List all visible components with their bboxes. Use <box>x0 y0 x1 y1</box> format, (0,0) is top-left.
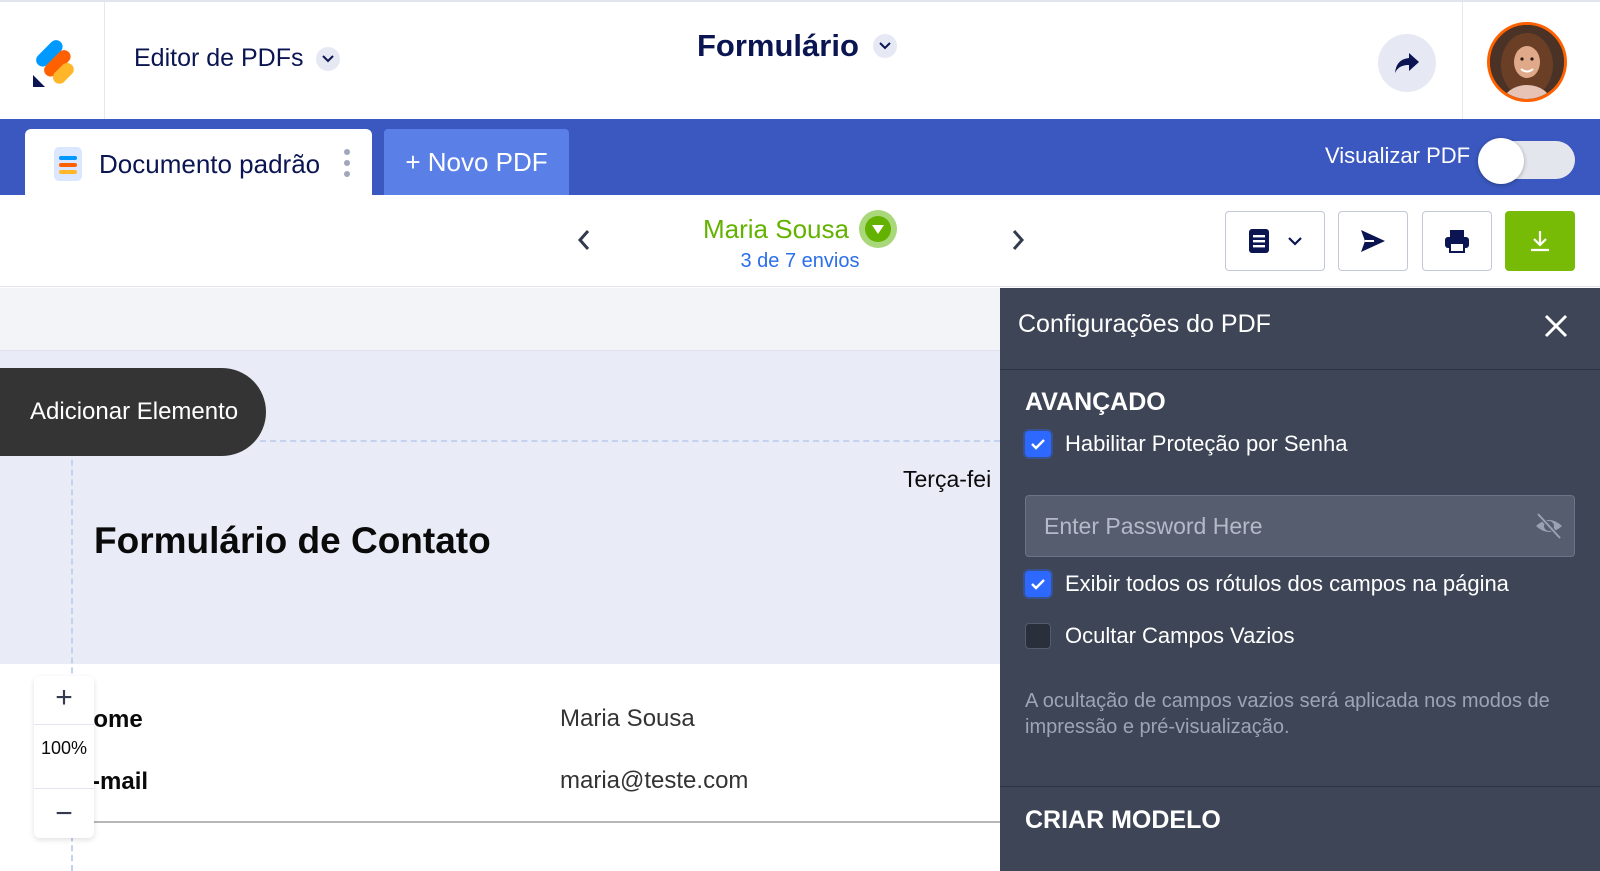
previous-submission-button[interactable] <box>572 225 596 255</box>
toggle-knob <box>1478 138 1524 184</box>
zoom-out-button[interactable]: − <box>34 792 94 836</box>
checkbox-label: Ocultar Campos Vazios <box>1065 623 1295 648</box>
more-options-icon[interactable] <box>343 149 351 177</box>
chevron-down-icon <box>1288 236 1302 246</box>
checkbox-label: Exibir todos os rótulos dos campos na pá… <box>1065 571 1509 596</box>
advanced-section-title: AVANÇADO <box>1025 388 1166 416</box>
next-submission-button[interactable] <box>1006 225 1030 255</box>
app-switcher[interactable]: Editor de PDFs <box>134 44 340 73</box>
share-arrow-icon <box>1395 53 1419 73</box>
avatar[interactable] <box>1487 22 1567 102</box>
new-pdf-button[interactable]: + Novo PDF <box>384 129 569 195</box>
app-switcher-label: Editor de PDFs <box>134 44 304 72</box>
password-input[interactable] <box>1026 496 1516 556</box>
zoom-level: 100% <box>40 738 88 758</box>
document-list-icon <box>1249 229 1269 253</box>
password-field-wrapper <box>1025 495 1575 557</box>
document-icon <box>54 147 82 181</box>
hide-empty-fields-checkbox[interactable]: Ocultar Campos Vazios <box>1025 623 1294 649</box>
pdf-canvas: Adicionar Elemento Terça-fei Formulário … <box>0 288 1000 871</box>
chevron-right-icon <box>1012 230 1025 250</box>
form-title-switcher[interactable]: Formulário <box>697 28 897 64</box>
layout-menu-button[interactable] <box>1225 211 1325 271</box>
submission-name: Maria Sousa <box>703 213 849 244</box>
checkbox-unchecked-icon <box>1025 623 1051 649</box>
chevron-down-icon <box>315 46 340 71</box>
form-title: Formulário <box>697 28 859 63</box>
hide-empty-note: A ocultação de campos vazios será aplica… <box>1025 690 1550 738</box>
top-bar: Editor de PDFs Formulário <box>0 0 1600 119</box>
close-icon <box>1544 314 1568 338</box>
download-button[interactable] <box>1505 211 1575 271</box>
zoom-in-button[interactable]: + <box>34 676 94 720</box>
table-divider <box>90 821 1000 823</box>
create-template-section-title: CRIAR MODELO <box>1025 806 1221 834</box>
field-value-email[interactable]: maria@teste.com <box>560 767 748 795</box>
send-icon <box>1361 230 1385 252</box>
checkbox-checked-icon <box>1025 431 1051 457</box>
jotform-logo-icon[interactable] <box>31 35 79 87</box>
tab-label: Documento padrão <box>99 149 321 179</box>
preview-pdf-toggle[interactable] <box>1478 138 1575 184</box>
user-menu <box>1462 2 1600 119</box>
pdf-settings-panel: Configurações do PDF AVANÇADO Habilitar … <box>1000 288 1600 871</box>
submission-selector[interactable]: Maria Sousa <box>703 210 897 248</box>
add-element-button[interactable]: Adicionar Elemento <box>0 368 266 456</box>
chevron-down-icon <box>872 34 897 58</box>
send-button[interactable] <box>1338 211 1408 271</box>
download-icon <box>1531 231 1549 252</box>
checkbox-label: Habilitar Proteção por Senha <box>1065 431 1348 456</box>
panel-title: Configurações do PDF <box>1018 310 1271 338</box>
password-protection-checkbox[interactable]: Habilitar Proteção por Senha <box>1025 431 1348 457</box>
page-date[interactable]: Terça-fei <box>903 466 991 493</box>
print-button[interactable] <box>1422 211 1492 271</box>
section-divider <box>1000 786 1600 787</box>
share-button[interactable] <box>1378 34 1436 92</box>
submission-dropdown-icon <box>858 210 897 248</box>
zoom-control: + 100% − <box>34 676 94 838</box>
panel-header: Configurações do PDF <box>1000 288 1600 370</box>
show-all-labels-checkbox[interactable]: Exibir todos os rótulos dos campos na pá… <box>1025 571 1509 597</box>
pdf-form-title[interactable]: Formulário de Contato <box>94 520 491 562</box>
field-value-name[interactable]: Maria Sousa <box>560 705 695 733</box>
printer-icon <box>1445 230 1469 253</box>
logo-container <box>0 2 105 119</box>
pdf-tab-bar: Documento padrão + Novo PDF Visualizar P… <box>0 119 1600 195</box>
preview-pdf-label: Visualizar PDF <box>1325 143 1471 168</box>
submission-navigator: Maria Sousa 3 de 7 envios <box>0 195 1600 287</box>
checkbox-checked-icon <box>1025 571 1051 597</box>
eye-off-icon[interactable] <box>1534 512 1564 540</box>
chevron-left-icon <box>577 230 590 250</box>
close-button[interactable] <box>1538 308 1574 344</box>
submission-count: 3 de 7 envios <box>740 250 860 272</box>
pdf-page-body[interactable] <box>0 664 1000 871</box>
tab-documento-padrao[interactable]: Documento padrão <box>25 129 372 195</box>
guide-line <box>260 440 1000 442</box>
